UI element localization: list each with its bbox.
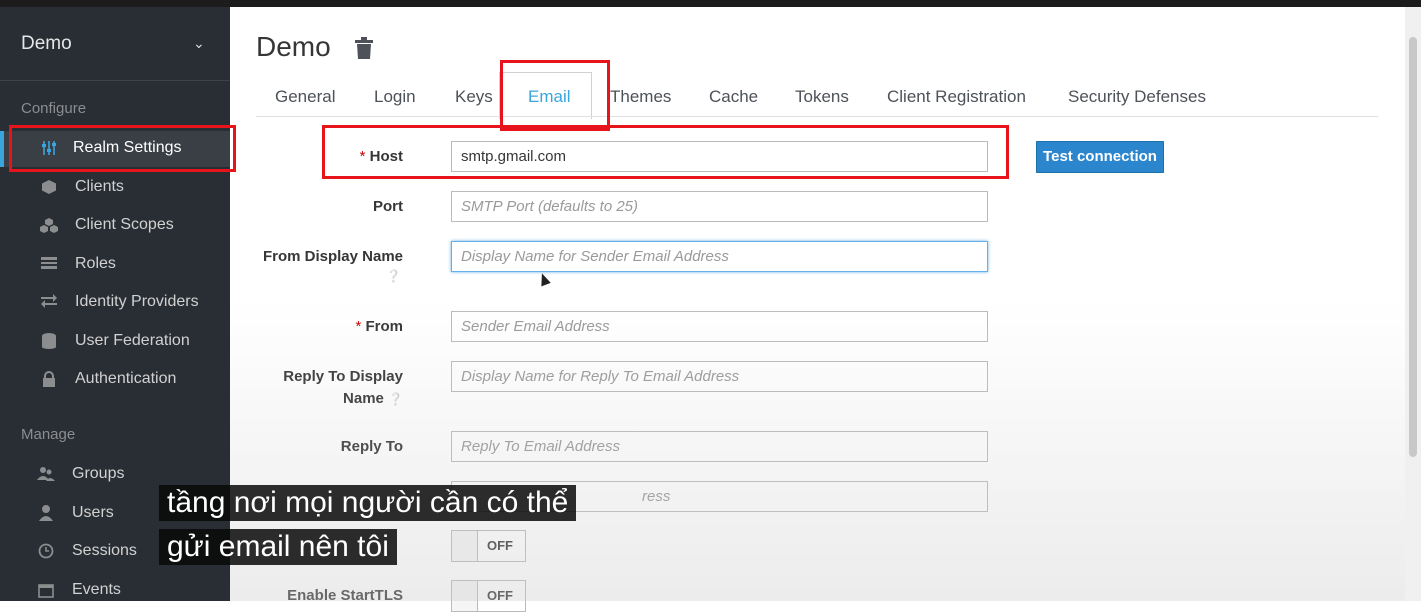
highlight-box-email-tab <box>500 60 610 131</box>
sidebar-item-label: User Federation <box>75 332 190 349</box>
sidebar-item-label: Authentication <box>75 370 177 387</box>
subtitle-line-2: gửi email nên tôi <box>159 529 397 565</box>
subtitle-line-1: tầng nơi mọi người cần có thể <box>159 485 577 521</box>
highlight-box-host <box>322 125 1009 179</box>
sidebar-item-label: Events <box>72 581 121 598</box>
list-icon <box>40 256 58 274</box>
database-icon <box>40 333 58 351</box>
reply-to-display-name-label-line2-text: Name <box>343 390 384 407</box>
tab-general[interactable]: General <box>275 87 335 107</box>
sidebar-item-roles[interactable]: Roles <box>0 247 230 283</box>
sidebar-item-label: Identity Providers <box>75 293 199 310</box>
from-display-name-label: From Display Name ❔ <box>223 248 403 283</box>
sidebar-item-client-scopes[interactable]: Client Scopes <box>0 208 230 244</box>
realm-name: Demo <box>21 33 72 54</box>
top-bar <box>0 0 1421 7</box>
highlight-box-realm-settings <box>9 125 236 172</box>
sidebar-item-label: Users <box>72 504 114 521</box>
reply-to-display-name-label-line1: Reply To Display <box>283 368 403 385</box>
sidebar-item-user-federation[interactable]: User Federation <box>0 324 230 360</box>
configure-section-title: Configure <box>21 100 87 117</box>
user-icon <box>37 505 55 523</box>
test-connection-button[interactable]: Test connection <box>1036 141 1164 173</box>
enable-starttls-label: Enable StartTLS <box>287 587 403 604</box>
scrollbar[interactable] <box>1405 7 1421 601</box>
reply-to-display-name-label: Reply To Display Name ❔ <box>223 368 403 407</box>
tab-client-registration[interactable]: Client Registration <box>887 87 1026 107</box>
sidebar-item-label: Groups <box>72 465 125 482</box>
lock-icon <box>40 371 58 389</box>
cubes-icon <box>40 217 58 235</box>
port-label: Port <box>373 198 403 215</box>
help-icon[interactable]: ❔ <box>388 392 403 406</box>
sidebar-item-label: Sessions <box>72 542 137 559</box>
sidebar-item-label: Roles <box>75 255 116 272</box>
tab-bar: General Login Keys Email Themes Cache To… <box>256 77 1378 117</box>
required-mark: * <box>355 318 362 335</box>
toggle-knob <box>452 531 478 561</box>
from-label-text: From <box>365 318 404 335</box>
mouse-cursor-icon <box>537 271 551 287</box>
sidebar-item-label: Clients <box>75 178 124 195</box>
enable-ssl-toggle[interactable]: OFF <box>451 530 526 562</box>
tab-security-defenses[interactable]: Security Defenses <box>1068 87 1206 107</box>
reply-to-display-name-input[interactable]: Display Name for Reply To Email Address <box>451 361 988 392</box>
realm-selector[interactable]: Demo ⌄ <box>0 7 230 81</box>
sidebar-item-events[interactable]: Events <box>0 573 230 609</box>
from-display-name-input[interactable]: Display Name for Sender Email Address <box>451 241 988 272</box>
sidebar-item-authentication[interactable]: Authentication <box>0 362 230 398</box>
clock-icon <box>37 543 55 561</box>
chevron-down-icon: ⌄ <box>193 35 205 51</box>
help-icon[interactable]: ❔ <box>223 269 401 283</box>
scrollbar-thumb[interactable] <box>1409 37 1417 457</box>
sidebar-item-clients[interactable]: Clients <box>0 170 230 206</box>
users-icon <box>37 466 55 484</box>
cube-icon <box>40 179 58 197</box>
from-label: * From <box>223 318 403 335</box>
page-title: Demo <box>256 31 331 62</box>
reply-to-input[interactable]: Reply To Email Address <box>451 431 988 462</box>
tab-tokens[interactable]: Tokens <box>795 87 849 107</box>
tab-login[interactable]: Login <box>374 87 416 107</box>
toggle-state: OFF <box>487 538 513 553</box>
exchange-icon <box>40 294 58 312</box>
calendar-icon <box>37 582 55 600</box>
sidebar-item-label: Client Scopes <box>75 216 174 233</box>
tab-keys[interactable]: Keys <box>455 87 493 107</box>
tab-cache[interactable]: Cache <box>709 87 758 107</box>
trash-icon[interactable] <box>355 37 373 59</box>
from-display-name-label-text: From Display Name <box>262 248 403 265</box>
sidebar-item-identity-providers[interactable]: Identity Providers <box>0 285 230 321</box>
reply-to-label: Reply To <box>340 438 403 455</box>
toggle-knob <box>452 581 478 611</box>
manage-section-title: Manage <box>21 426 76 443</box>
reply-to-display-name-label-line2: Name ❔ <box>223 390 403 407</box>
from-input[interactable]: Sender Email Address <box>451 311 988 342</box>
enable-starttls-toggle[interactable]: OFF <box>451 580 526 612</box>
tab-themes[interactable]: Themes <box>610 87 671 107</box>
port-input[interactable]: SMTP Port (defaults to 25) <box>451 191 988 222</box>
